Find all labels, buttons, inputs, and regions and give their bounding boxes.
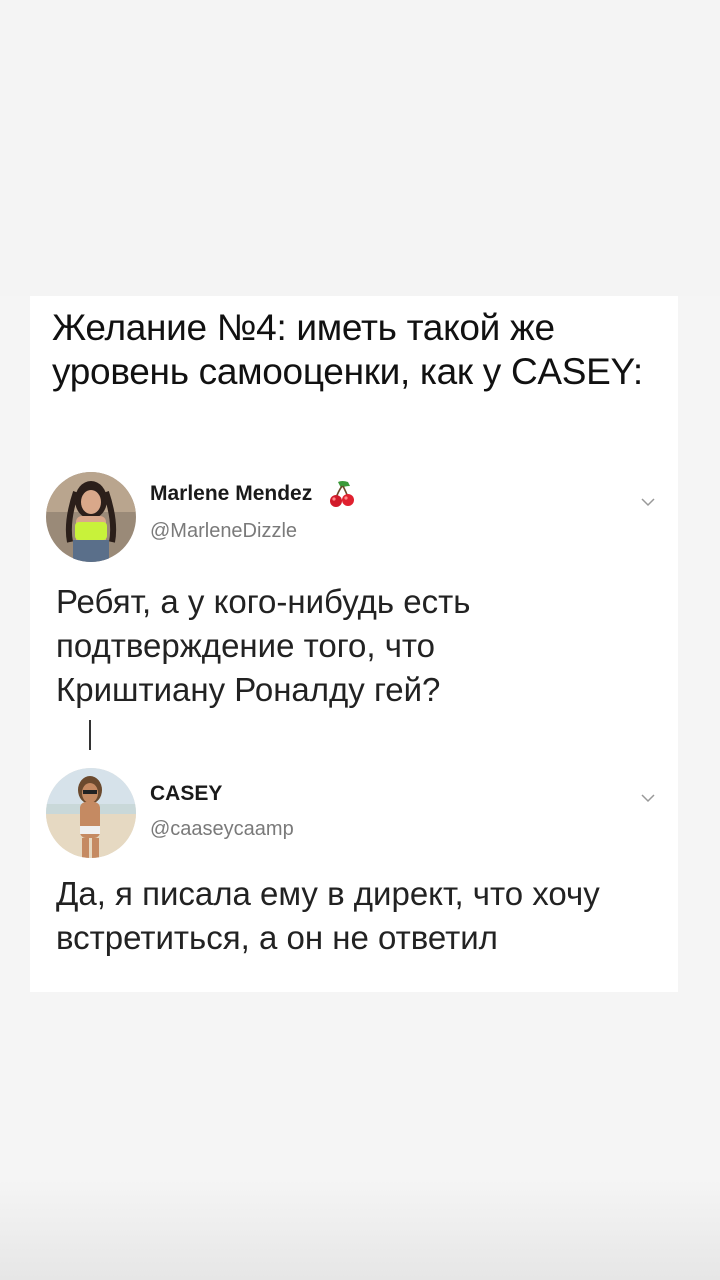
tweet-author-name[interactable]: CASEY [150,782,222,806]
thread-connector [89,720,91,750]
meme-card: Желание №4: иметь такой же уровень самоо… [30,296,678,992]
tweet-author-handle[interactable]: @caaseycaamp [150,818,294,841]
chevron-down-icon[interactable] [640,792,656,804]
tweet-text: Ребят, а у кого-нибудь есть подтверждени… [56,583,471,708]
top-blank-area [0,0,720,296]
cherry-icon [330,481,354,507]
bottom-gradient [0,1180,720,1280]
chevron-down-icon[interactable] [640,496,656,508]
tweet-text: Да, я писала ему в директ, что хочу встр… [56,875,600,956]
avatar-casey[interactable] [46,768,136,858]
meme-headline: Желание №4: иметь такой же уровень самоо… [52,307,643,392]
tweet-author-name[interactable]: Marlene Mendez [150,482,312,506]
tweet-author-handle[interactable]: @MarleneDizzle [150,520,297,543]
avatar-marlene[interactable] [46,472,136,562]
